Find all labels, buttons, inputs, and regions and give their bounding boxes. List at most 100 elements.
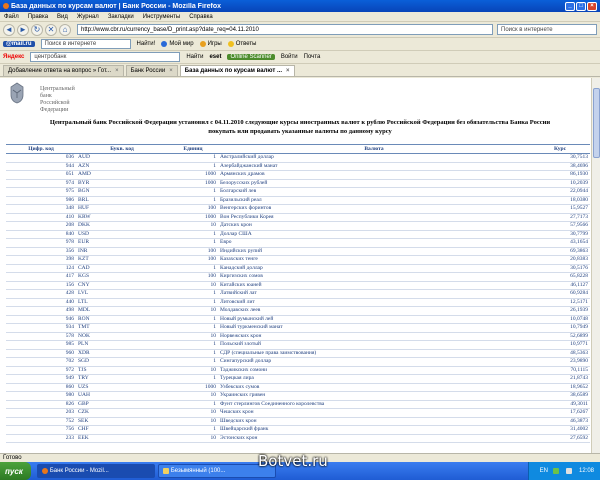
header-currency: Валюта — [218, 144, 530, 154]
cell-units: 1 — [168, 425, 218, 435]
cell-letter-code: AUD — [76, 153, 168, 163]
tab-bank-russia[interactable]: Банк России × — [125, 65, 178, 76]
tab-currency-database[interactable]: База данных по курсам валют ... × — [179, 65, 295, 76]
stop-button[interactable]: ✕ — [45, 23, 57, 36]
network-icon[interactable] — [552, 468, 559, 474]
table-row: 356 INR 100 Индийских рупий 69,3863 — [6, 247, 590, 256]
table-row: 980 UAH 10 Украинских гривен 38,6589 — [6, 391, 590, 401]
close-icon[interactable]: × — [286, 68, 290, 74]
cell-letter-code: GBP — [76, 400, 168, 409]
yandex-toolbar: Яндекс центробанк Найти eset Online Scan… — [0, 51, 600, 64]
table-row: 946 RON 1 Новый румынский лей 10,0748 — [6, 315, 590, 324]
my-world-link[interactable]: Мой мир — [161, 41, 194, 47]
vertical-scrollbar[interactable] — [591, 78, 600, 453]
table-row: 498 MDL 10 Молдавских леев 26,1939 — [6, 306, 590, 316]
yandex-find-button[interactable]: Найти — [186, 54, 203, 60]
intro-line: покупать или продавать указанные валюты … — [208, 128, 392, 135]
cell-currency: Таджикских сомони — [218, 366, 530, 375]
taskbar-item-firefox[interactable]: Банк России - Mozil... — [36, 464, 155, 478]
cell-units: 1 — [168, 340, 218, 350]
scroll-thumb[interactable] — [593, 88, 600, 158]
home-button[interactable]: ⌂ — [59, 23, 71, 36]
volume-icon[interactable] — [565, 468, 572, 474]
url-bar[interactable]: http://www.cbr.ru/currency_base/D_print.… — [77, 24, 493, 35]
table-row: 756 CHF 1 Швейцарский франк 31,4002 — [6, 425, 590, 435]
menu-bookmarks[interactable]: Закладки — [108, 14, 134, 20]
table-row: 826 GBP 1 Фунт стерлингов Соединенного коро… — [6, 400, 590, 409]
language-indicator[interactable]: EN — [540, 468, 548, 474]
maximize-button[interactable]: □ — [576, 1, 586, 11]
minimize-button[interactable]: _ — [565, 1, 575, 11]
cell-rate: 30,7799 — [530, 230, 590, 239]
games-icon — [199, 41, 206, 47]
yandex-logo[interactable]: Яндекс — [3, 54, 24, 60]
menu-edit[interactable]: Правка — [28, 14, 48, 20]
cell-currency: Швейцарский франк — [218, 425, 530, 435]
cell-currency: Молдавских леев — [218, 306, 530, 316]
cell-units: 100 — [168, 247, 218, 256]
cell-currency: Казахских тенге — [218, 255, 530, 265]
close-icon[interactable]: × — [169, 68, 173, 74]
mailru-logo[interactable]: @mail.ru — [3, 41, 35, 47]
answers-label: Ответы — [235, 41, 257, 47]
eset-logo[interactable]: eset — [209, 54, 221, 60]
table-row: 233 EEK 10 Эстонских крон 27,6592 — [6, 434, 590, 443]
games-link[interactable]: Игры — [199, 41, 222, 47]
cell-numeric-code: 156 — [6, 281, 76, 290]
reload-button[interactable]: ↻ — [31, 23, 43, 36]
cell-currency: Украинских гривен — [218, 391, 530, 401]
cell-numeric-code: 417 — [6, 272, 76, 282]
tab-question[interactable]: Добавление ответа на вопрос » Гот... × — [3, 65, 124, 76]
menu-tools[interactable]: Инструменты — [143, 14, 180, 20]
search-input[interactable]: Поиск в интернете — [497, 24, 597, 35]
cell-rate: 38,4696 — [530, 162, 590, 171]
window-titlebar[interactable]: База данных по курсам валют | Банк Росси… — [0, 0, 600, 12]
menu-help[interactable]: Справка — [189, 14, 213, 20]
forward-button[interactable]: ► — [17, 23, 29, 36]
cell-units: 10 — [168, 434, 218, 443]
menu-history[interactable]: Журнал — [77, 14, 99, 20]
mailru-search-input[interactable]: Поиск в интернете — [40, 39, 131, 49]
cell-rate: 43,1654 — [530, 238, 590, 248]
back-button[interactable]: ◄ — [3, 23, 15, 36]
table-row: 440 LTL 1 Литовский лит 12,5171 — [6, 298, 590, 307]
menu-file[interactable]: Файл — [4, 14, 19, 20]
online-scanner-button[interactable]: Online Scanner — [227, 54, 275, 60]
answers-icon — [227, 41, 234, 47]
answers-link[interactable]: Ответы — [227, 41, 257, 47]
cell-units: 1000 — [168, 179, 218, 188]
tab-strip: Добавление ответа на вопрос » Гот... × Ба… — [0, 64, 600, 77]
close-icon[interactable]: × — [115, 68, 119, 74]
cell-numeric-code: 356 — [6, 247, 76, 256]
cell-letter-code: SEK — [76, 417, 168, 426]
table-row: 752 SEK 10 Шведских крон 46,3873 — [6, 417, 590, 426]
games-label: Игры — [207, 41, 222, 47]
cell-currency: Эстонских крон — [218, 434, 530, 443]
cell-letter-code: LTL — [76, 298, 168, 307]
paint-icon — [162, 468, 169, 474]
login-link[interactable]: Войти — [281, 54, 298, 60]
table-row: 203 CZK 10 Чешских крон 17,6267 — [6, 408, 590, 418]
cell-currency: Киргизских сомов — [218, 272, 530, 282]
cell-units: 100 — [168, 204, 218, 214]
cell-letter-code: EUR — [76, 238, 168, 248]
mailru-find-button[interactable]: Найти! — [137, 41, 156, 47]
table-row: 398 KZT 100 Казахских тенге 20,8383 — [6, 255, 590, 265]
my-world-icon — [161, 41, 168, 47]
cell-rate: 86,1930 — [530, 170, 590, 180]
cell-units: 1 — [168, 374, 218, 384]
start-button[interactable]: пуск — [0, 462, 31, 480]
menu-view[interactable]: Вид — [57, 14, 68, 20]
yandex-search-input[interactable]: центробанк — [30, 52, 181, 62]
close-button[interactable]: × — [587, 1, 597, 11]
clock: 12:08 — [578, 468, 594, 474]
cell-currency: Бразильский реал — [218, 196, 530, 205]
cell-units: 1 — [168, 153, 218, 163]
cell-letter-code: BYR — [76, 179, 168, 188]
cell-currency: Чешских крон — [218, 408, 530, 418]
page-content[interactable]: Центральный банк Российской Федерации Це… — [0, 78, 600, 453]
mail-link[interactable]: Почта — [304, 54, 321, 60]
cell-numeric-code: 860 — [6, 383, 76, 392]
table-body: 036 AUD 1 Австралийский доллар 30,7513 944 AZN… — [6, 153, 590, 443]
bank-name-line: Российской — [40, 100, 70, 106]
